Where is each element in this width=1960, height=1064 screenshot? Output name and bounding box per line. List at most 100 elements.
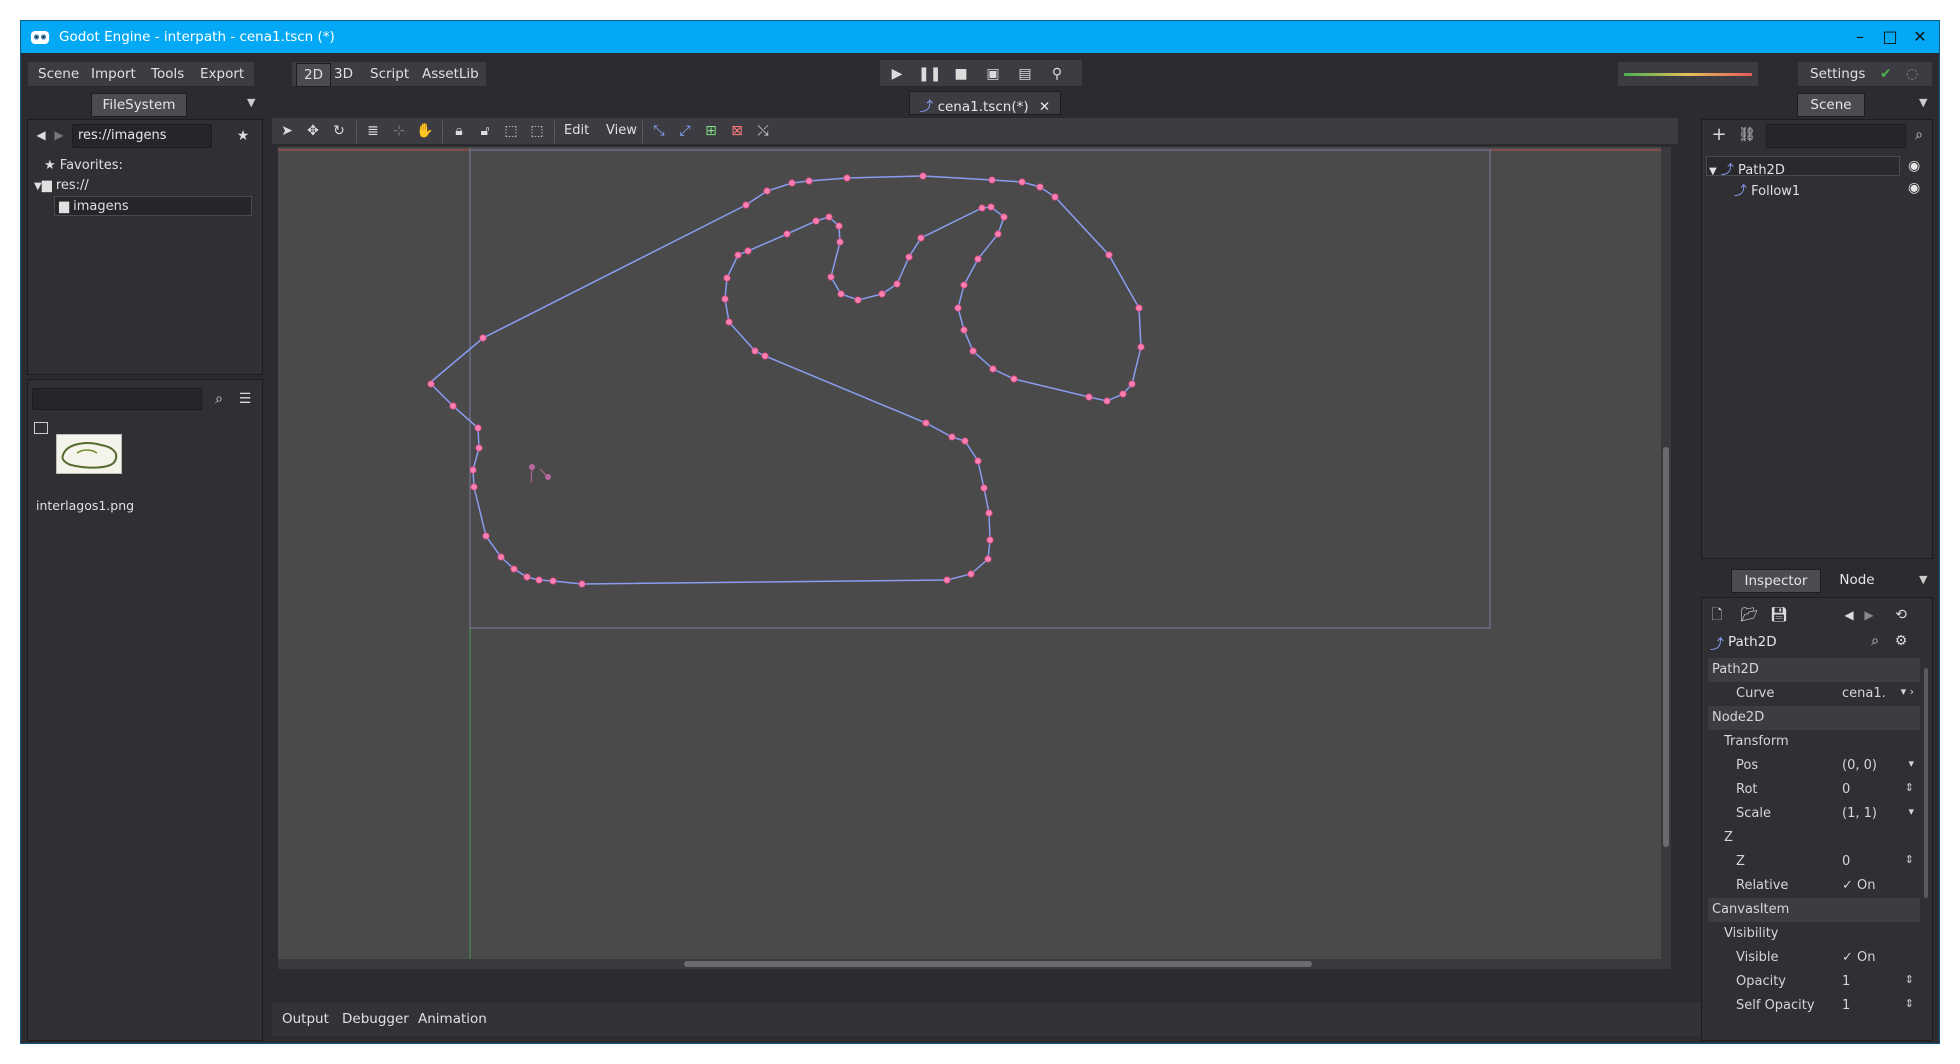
- curve-point[interactable]: [837, 290, 845, 298]
- property-arrow-icon[interactable]: ⇕: [1905, 997, 1914, 1010]
- curve-point[interactable]: [475, 444, 483, 452]
- curve-point[interactable]: [893, 280, 901, 288]
- curve-point[interactable]: [742, 201, 750, 209]
- curve-point[interactable]: [987, 203, 995, 211]
- close-window-icon[interactable]: ✕: [1907, 25, 1933, 49]
- curve-point[interactable]: [988, 176, 996, 184]
- save-resource-icon[interactable]: 💾︎: [1768, 604, 1790, 626]
- rotate-mode-icon[interactable]: ↻: [328, 120, 350, 142]
- property-search-icon[interactable]: ⌕: [1864, 630, 1886, 652]
- property-row[interactable]: Relative ✓ On: [1708, 874, 1920, 898]
- list-select-icon[interactable]: ≣: [362, 120, 384, 142]
- curve-point[interactable]: [482, 532, 490, 540]
- tree-item-imagens[interactable]: ▆ imagens: [54, 196, 252, 216]
- property-arrow-icon[interactable]: ▾ ›: [1901, 685, 1914, 698]
- menu-import[interactable]: Import: [91, 66, 136, 82]
- curve-point[interactable]: [1051, 193, 1059, 201]
- tab-2d[interactable]: 2D: [296, 63, 331, 87]
- property-value[interactable]: cena1.: [1842, 686, 1886, 701]
- history-back-icon[interactable]: ◀: [1838, 604, 1860, 626]
- menu-tools[interactable]: Tools: [151, 66, 184, 82]
- tab-script[interactable]: Script: [370, 66, 409, 82]
- path-field[interactable]: res://imagens: [72, 124, 212, 148]
- curve-point[interactable]: [723, 274, 731, 282]
- pivot-icon[interactable]: ⊹: [388, 120, 410, 142]
- tab-filesystem[interactable]: FileSystem: [91, 93, 187, 117]
- curve-point[interactable]: [994, 230, 1002, 238]
- pan-mode-icon[interactable]: ✋: [414, 120, 436, 142]
- curve-point[interactable]: [427, 380, 435, 388]
- curve-point[interactable]: [854, 296, 862, 304]
- property-value[interactable]: ✓ On: [1842, 878, 1876, 893]
- tree-node-path2d[interactable]: ▼ ⤴ Path2D: [1706, 156, 1900, 178]
- add-node-icon[interactable]: +: [1708, 124, 1730, 146]
- curve-point[interactable]: [449, 402, 457, 410]
- curve-point[interactable]: [734, 251, 742, 259]
- curve-point[interactable]: [967, 570, 975, 578]
- menu-export[interactable]: Export: [200, 66, 244, 82]
- property-value[interactable]: 1: [1842, 974, 1850, 989]
- curve-point[interactable]: [578, 580, 586, 588]
- control-handle[interactable]: [529, 464, 535, 470]
- unlock-icon[interactable]: 🔓︎: [474, 120, 496, 142]
- delete-point-icon[interactable]: ⊠: [726, 120, 748, 142]
- pause-icon[interactable]: ❚❚: [918, 63, 941, 85]
- control-handle[interactable]: [545, 474, 551, 480]
- curve-point[interactable]: [836, 238, 844, 246]
- tree-node-follow1[interactable]: ⤴ Follow1: [1734, 180, 1800, 199]
- curve-point[interactable]: [763, 187, 771, 195]
- curve-point[interactable]: [535, 576, 543, 584]
- play-custom-scene-icon[interactable]: ▤: [1014, 63, 1036, 85]
- property-value[interactable]: (0, 0): [1842, 758, 1877, 773]
- property-arrow-icon[interactable]: ▾: [1908, 757, 1914, 770]
- favorites-label[interactable]: ★ Favorites:: [44, 158, 123, 173]
- property-value[interactable]: 1: [1842, 998, 1850, 1013]
- curve-point[interactable]: [943, 576, 951, 584]
- vertical-scrollbar[interactable]: [1661, 147, 1671, 969]
- tab-scene[interactable]: Scene: [1797, 93, 1865, 117]
- curve-point[interactable]: [919, 172, 927, 180]
- object-settings-gear-icon[interactable]: ⚙: [1890, 630, 1912, 652]
- curve-point[interactable]: [1137, 343, 1145, 351]
- maximize-icon[interactable]: □: [1877, 25, 1903, 49]
- inspector-dock-menu-icon[interactable]: ▼: [1919, 573, 1927, 586]
- new-resource-icon[interactable]: 🗋︎: [1706, 604, 1728, 626]
- select-points-icon[interactable]: ⤡: [648, 120, 670, 142]
- property-row[interactable]: Rot 0 ⇕: [1708, 778, 1920, 802]
- property-row[interactable]: Visible ✓ On: [1708, 946, 1920, 970]
- select-control-points-icon[interactable]: ⤢: [674, 120, 696, 142]
- tab-output[interactable]: Output: [282, 1011, 329, 1027]
- curve-point[interactable]: [961, 437, 969, 445]
- history-forward-icon[interactable]: ▶: [1858, 604, 1880, 626]
- list-view-icon[interactable]: ☰: [234, 388, 256, 410]
- property-value[interactable]: ✓ On: [1842, 950, 1876, 965]
- curve-point[interactable]: [470, 483, 478, 491]
- property-arrow-icon[interactable]: ⇕: [1905, 973, 1914, 986]
- instance-link-icon[interactable]: ⛓: [1736, 124, 1758, 146]
- curve-point[interactable]: [805, 177, 813, 185]
- group-icon[interactable]: ⬚: [500, 120, 522, 142]
- curve-point[interactable]: [922, 419, 930, 427]
- favorite-star-icon[interactable]: ★: [232, 125, 254, 147]
- move-mode-icon[interactable]: ✥: [302, 120, 324, 142]
- horizontal-scrollbar[interactable]: [278, 959, 1661, 969]
- inspector-scrollbar[interactable]: [1924, 668, 1928, 898]
- property-arrow-icon[interactable]: ▾: [1908, 805, 1914, 818]
- tab-animation[interactable]: Animation: [418, 1011, 487, 1027]
- curve-point[interactable]: [479, 334, 487, 342]
- curve-point[interactable]: [969, 347, 977, 355]
- curve-point[interactable]: [974, 457, 982, 465]
- canvas-svg[interactable]: [278, 147, 1671, 969]
- property-arrow-icon[interactable]: ⇕: [1905, 781, 1914, 794]
- close-tab-icon[interactable]: ✕: [1039, 99, 1050, 115]
- curve-point[interactable]: [843, 174, 851, 182]
- curve-point[interactable]: [549, 577, 557, 585]
- lock-icon[interactable]: 🔒︎: [448, 120, 470, 142]
- curve-point[interactable]: [917, 234, 925, 242]
- curve-point[interactable]: [725, 318, 733, 326]
- curve-point[interactable]: [980, 484, 988, 492]
- deploy-icon[interactable]: ⚲: [1046, 63, 1068, 85]
- object-history-icon[interactable]: ⟲: [1890, 604, 1912, 626]
- property-row[interactable]: Pos (0, 0) ▾: [1708, 754, 1920, 778]
- curve-point[interactable]: [1119, 390, 1127, 398]
